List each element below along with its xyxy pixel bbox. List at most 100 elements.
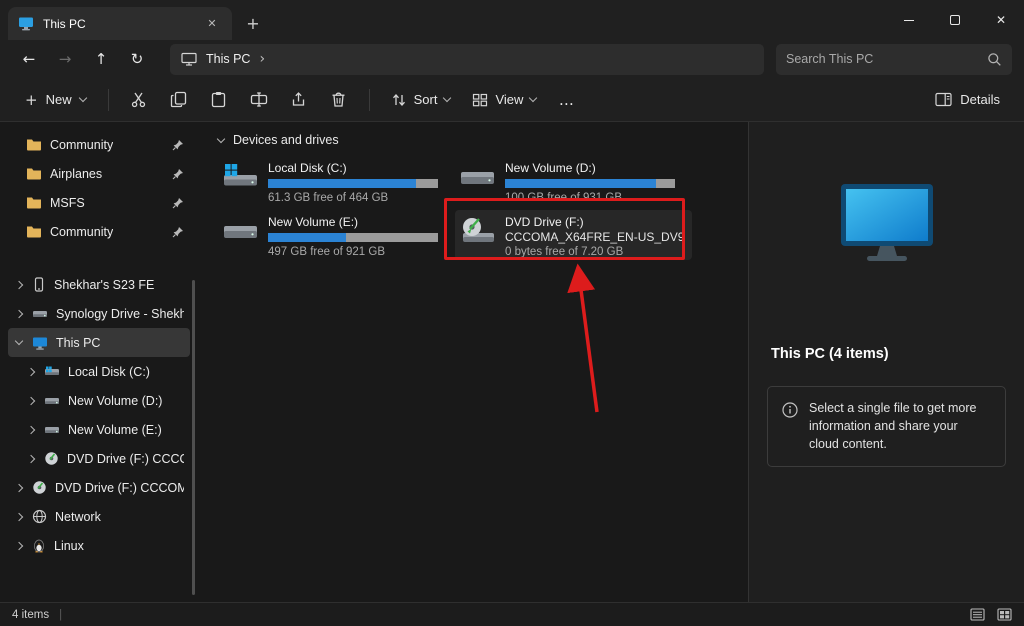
- info-box: Select a single file to get more informa…: [767, 386, 1006, 467]
- paste-button[interactable]: [200, 84, 238, 116]
- up-button[interactable]: ↑: [84, 44, 118, 74]
- chevron-down-icon: [217, 134, 225, 142]
- drive-free-space: 100 GB free of 931 GB: [505, 191, 675, 205]
- chevron-right-icon[interactable]: [27, 454, 35, 462]
- maximize-button[interactable]: [932, 0, 978, 40]
- sidebar-scrollbar[interactable]: [192, 280, 195, 595]
- chevron-right-icon[interactable]: [15, 483, 23, 491]
- chevron-right-icon[interactable]: [15, 280, 23, 288]
- dvd-drive-icon: [459, 217, 495, 247]
- navigation-bar: ← → ↑ ↻ This PC ›: [0, 40, 1024, 78]
- chevron-right-icon[interactable]: [15, 541, 23, 549]
- drive-tile-new-volume-e[interactable]: New Volume (E:) 497 GB free of 921 GB: [218, 210, 455, 260]
- forward-button[interactable]: →: [48, 44, 82, 74]
- delete-icon: [330, 91, 347, 108]
- drive-icon: [44, 424, 60, 436]
- drive-free-space: 61.3 GB free of 464 GB: [268, 191, 438, 205]
- copy-button[interactable]: [160, 84, 198, 116]
- statusbar-divider: |: [59, 609, 62, 621]
- window-controls: ✕: [886, 0, 1024, 40]
- share-icon: [290, 91, 307, 108]
- linux-penguin-icon: [32, 538, 46, 553]
- cut-icon: [130, 91, 147, 108]
- group-header-devices[interactable]: Devices and drives: [218, 130, 748, 150]
- status-bar: 4 items |: [0, 602, 1024, 626]
- window-body: Community Airplanes MSFS Community Shekh…: [0, 122, 1024, 602]
- sort-button[interactable]: Sort: [381, 84, 461, 116]
- sidebar-item-synology-drive[interactable]: Synology Drive - Shekhar-NA: [8, 299, 190, 328]
- new-button[interactable]: + New: [14, 84, 97, 116]
- sidebar-item-label: Linux: [54, 539, 84, 553]
- sidebar-item-dvd-drive-child[interactable]: DVD Drive (F:) CCCOMA_X6: [8, 444, 190, 473]
- command-toolbar: + New Sort View … Details: [0, 78, 1024, 122]
- drive-free-space: 497 GB free of 921 GB: [268, 245, 438, 259]
- phone-icon: [32, 277, 46, 292]
- info-icon: [782, 402, 798, 418]
- capacity-bar: [505, 179, 675, 188]
- sidebar-item-new-volume-d[interactable]: New Volume (D:): [8, 386, 190, 415]
- view-button[interactable]: View: [462, 84, 546, 116]
- chevron-down-icon[interactable]: [15, 337, 23, 345]
- chevron-right-icon[interactable]: [27, 425, 35, 433]
- sidebar-item-label: New Volume (E:): [68, 423, 162, 437]
- sidebar-item-linux[interactable]: Linux: [8, 531, 190, 560]
- delete-button[interactable]: [320, 84, 358, 116]
- sidebar-item-label: Community: [50, 138, 113, 152]
- breadcrumb-separator: ›: [259, 51, 265, 67]
- new-tab-button[interactable]: +: [238, 9, 268, 37]
- sidebar-item-dvd-drive-root[interactable]: DVD Drive (F:) CCCOMA_X64: [8, 473, 190, 502]
- details-view-toggle[interactable]: [970, 608, 985, 621]
- tab-close-button[interactable]: ✕: [202, 14, 222, 34]
- chevron-right-icon[interactable]: [27, 396, 35, 404]
- folder-icon: [26, 225, 42, 238]
- drive-tile-new-volume-d[interactable]: New Volume (D:) 100 GB free of 931 GB: [455, 156, 692, 206]
- sidebar-item-community-1[interactable]: Community: [8, 130, 190, 159]
- sidebar-item-phone[interactable]: Shekhar's S23 FE: [8, 270, 190, 299]
- maximize-icon: [950, 15, 960, 25]
- share-button[interactable]: [280, 84, 318, 116]
- dvd-icon: [44, 451, 59, 466]
- sidebar-item-new-volume-e[interactable]: New Volume (E:): [8, 415, 190, 444]
- close-button[interactable]: ✕: [978, 0, 1024, 40]
- sidebar-item-network[interactable]: Network: [8, 502, 190, 531]
- search-input[interactable]: [786, 52, 979, 66]
- chevron-down-icon: [443, 94, 451, 102]
- explorer-tab[interactable]: This PC ✕: [8, 7, 232, 40]
- view-icon: [472, 92, 488, 108]
- sidebar-item-this-pc[interactable]: This PC: [8, 328, 190, 357]
- new-button-label: New: [46, 92, 72, 107]
- drive-tile-dvd-f[interactable]: DVD Drive (F:) CCCOMA_X64FRE_EN-US_DV9 0…: [455, 210, 692, 260]
- sidebar-item-airplanes[interactable]: Airplanes: [8, 159, 190, 188]
- sidebar-item-local-disk-c[interactable]: Local Disk (C:): [8, 357, 190, 386]
- cut-button[interactable]: [120, 84, 158, 116]
- drive-name: DVD Drive (F:): [505, 214, 684, 230]
- sidebar-item-label: Airplanes: [50, 167, 102, 181]
- details-toggle-label: Details: [960, 92, 1000, 107]
- back-button[interactable]: ←: [12, 44, 46, 74]
- minimize-button[interactable]: [886, 0, 932, 40]
- drive-name: New Volume (D:): [505, 160, 675, 176]
- chevron-right-icon[interactable]: [27, 367, 35, 375]
- details-pane-toggle[interactable]: Details: [925, 84, 1010, 116]
- sidebar-item-label: Synology Drive - Shekhar-NA: [56, 307, 184, 321]
- pin-icon: [172, 168, 184, 180]
- this-pc-icon: [32, 336, 48, 350]
- address-bar[interactable]: This PC ›: [170, 44, 764, 75]
- refresh-button[interactable]: ↻: [120, 44, 154, 74]
- search-box[interactable]: [776, 44, 1012, 75]
- main-content: Devices and drives Local Disk (C:) 61.3 …: [196, 122, 748, 602]
- breadcrumb-root[interactable]: This PC: [206, 52, 250, 66]
- chevron-right-icon[interactable]: [15, 512, 23, 520]
- sidebar-item-msfs[interactable]: MSFS: [8, 188, 190, 217]
- large-icons-view-toggle[interactable]: [997, 608, 1012, 621]
- rename-button[interactable]: [240, 84, 278, 116]
- capacity-bar: [268, 233, 438, 242]
- drive-tile-local-disk-c[interactable]: Local Disk (C:) 61.3 GB free of 464 GB: [218, 156, 455, 206]
- drive-name: Local Disk (C:): [268, 160, 438, 176]
- info-text: Select a single file to get more informa…: [809, 400, 991, 453]
- chevron-right-icon[interactable]: [15, 309, 23, 317]
- sidebar-item-community-2[interactable]: Community: [8, 217, 190, 246]
- more-options-button[interactable]: …: [548, 84, 584, 116]
- titlebar: This PC ✕ + ✕: [0, 0, 1024, 40]
- copy-icon: [170, 91, 187, 108]
